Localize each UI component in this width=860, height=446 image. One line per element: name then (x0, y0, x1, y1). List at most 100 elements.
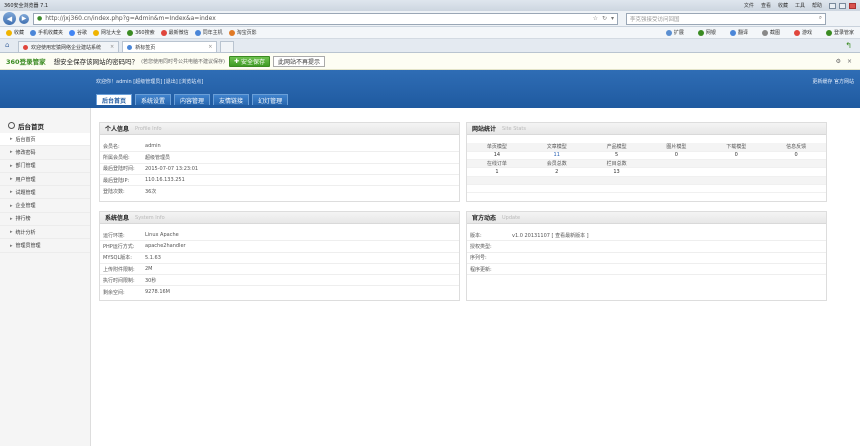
menu-favorites[interactable]: 收藏 (778, 2, 788, 9)
user-icon (825, 29, 832, 36)
minimize-button[interactable] (829, 2, 836, 9)
panel-title: 个人信息 (105, 126, 130, 133)
bank-button[interactable]: 网银 (697, 29, 716, 36)
password-save-bar: 360登录管家 想安全保存该网站的密码吗？ (若您使用同时号公共电脑不建议保存)… (0, 53, 860, 70)
dropdown-icon[interactable]: ▾ (611, 15, 614, 22)
fav-item[interactable]: 谷歌 (69, 29, 87, 36)
page-favicon-icon (127, 44, 133, 50)
safe-save-button[interactable]: ✚ 安全保存 (228, 55, 271, 67)
arrow-right-icon: ▸ (10, 242, 13, 249)
info-row: 执行时间限制: 30秒 (100, 275, 459, 287)
fav-item[interactable]: 网址大全 (93, 29, 121, 36)
refresh-icon[interactable]: ↻ (602, 15, 607, 22)
info-row: PHP运行方式: apache2handler (100, 241, 459, 253)
fav-item[interactable]: 最新微信 (160, 29, 189, 36)
url-text: http://jxj360.cn/index.php?g=Admin&m=Ind… (45, 15, 216, 22)
search-360-icon (127, 29, 134, 36)
puzzle-icon (665, 29, 672, 36)
nav-slides[interactable]: 幻灯管理 (252, 94, 289, 105)
fav-item[interactable]: 手机收藏夹 (30, 29, 63, 36)
browser-title: 360安全浏览器 7.1 (4, 3, 49, 9)
fav-item[interactable]: 淘宝页影 (228, 29, 257, 36)
login-manager-brand: 360登录管家 (6, 58, 46, 66)
scissors-icon (761, 29, 768, 36)
sidebar-item-users[interactable]: ▸ 用户管理 (0, 173, 90, 187)
gear-icon[interactable]: ⚙ (836, 58, 841, 65)
login-manager-button[interactable]: 登录管家 (825, 29, 854, 36)
notice-message: 想安全保存该网站的密码吗？ (53, 58, 139, 66)
nav-dashboard[interactable]: 后台首页 (96, 94, 133, 105)
browser-tab[interactable]: 欢迎使用宏猿网络企业建站系统 × (18, 41, 120, 52)
sidebar-item-password[interactable]: ▸ 修改密码 (0, 146, 90, 160)
info-row: 版本: v1.0 20131107 [ 查看最新版本 ] (467, 230, 826, 242)
browser-menu: 文件 查看 收藏 工具 帮助 (744, 2, 822, 9)
tab-close-icon[interactable]: × (110, 44, 114, 50)
fav-item[interactable]: 收藏 (6, 29, 24, 36)
new-tab-button[interactable] (220, 41, 235, 52)
search-icon[interactable]: ⌕ (819, 15, 822, 22)
menu-tools[interactable]: 工具 (795, 2, 805, 9)
site-stats-panel: 网站统计 Site Stats 单页模型 文章模型 产品模型 图片模型 下载模型 … (466, 122, 827, 202)
header-links[interactable]: 更新缓存 官方网站 (812, 78, 854, 85)
taobao-icon (228, 29, 235, 36)
arrow-right-icon: ▸ (10, 215, 13, 222)
notice-sub: (若您使用同时号公共电脑不建议保存) (141, 58, 225, 65)
site-favicon-icon (23, 44, 28, 50)
menu-view[interactable]: 查看 (761, 2, 771, 9)
menu-help[interactable]: 帮助 (812, 2, 822, 9)
extensions-button[interactable]: 扩展 (665, 29, 684, 36)
nav-links[interactable]: 友情链接 (213, 94, 250, 105)
screenshot-button[interactable]: 截图 (761, 29, 780, 36)
translate-button[interactable]: 翻译 (729, 29, 748, 36)
games-button[interactable]: 游戏 (793, 29, 812, 36)
version-link[interactable]: v1.0 20131107 [ 查看最新版本 ] (512, 232, 589, 239)
admin-header: 欢迎你！admin [超级管理员] [退出] [浏览站点] 更新缓存 官方网站 … (0, 70, 860, 108)
close-icon[interactable]: × (847, 58, 852, 65)
tab-close-icon[interactable]: × (208, 44, 212, 50)
search-input[interactable]: 李克强接受访问回国 ⌕ (626, 12, 826, 25)
nav-content[interactable]: 内容管理 (174, 94, 211, 105)
sidebar-item-departments[interactable]: ▸ 部门管理 (0, 160, 90, 173)
forward-arrow-icon: ▶ (21, 15, 27, 22)
translate-icon (729, 29, 736, 36)
nav-system-settings[interactable]: 系统设置 (135, 94, 172, 105)
home-icon[interactable]: ⌂ (5, 41, 15, 51)
info-row: 序列号: (467, 253, 826, 264)
never-prompt-button[interactable]: 此网站不再提示 (273, 55, 326, 67)
fav-item[interactable]: 360搜索 (127, 29, 155, 36)
sidebar-item-companies[interactable]: ▸ 企业管理 (0, 199, 90, 213)
info-row: 程序更新: (467, 264, 826, 276)
host-icon (194, 29, 201, 36)
fav-item[interactable]: 同年主机 (194, 29, 223, 36)
sidebar-item-ranking[interactable]: ▸ 排行榜 (0, 213, 90, 227)
browser-tab-active[interactable]: 新标签页 × (122, 41, 218, 52)
maximize-button[interactable] (839, 2, 846, 9)
info-row: 上传附件限制: 2M (100, 264, 459, 276)
sidebar-heading: 后台首页 (0, 118, 90, 133)
favorite-star-icon[interactable]: ☆ (593, 15, 598, 22)
sidebar-item-dashboard[interactable]: ▸ 后台首页 (0, 133, 90, 147)
back-green-arrow-icon[interactable]: ↰ (845, 41, 852, 50)
sidebar-item-statistics[interactable]: ▸ 统计分析 (0, 226, 90, 240)
gamepad-icon (793, 29, 800, 36)
panel-title: 系统信息 (105, 215, 130, 222)
clock-icon (8, 122, 15, 129)
updates-panel: 官方动态 Update 版本: v1.0 20131107 [ 查看最新版本 ] 授… (466, 211, 827, 301)
arrow-right-icon: ▸ (10, 202, 13, 209)
info-row: MYSQL版本: 5.1.63 (100, 253, 459, 264)
arrow-right-icon: ▸ (10, 136, 13, 143)
forward-button[interactable]: ▶ (19, 13, 29, 24)
weibo-icon (160, 29, 167, 36)
browser-titlebar: 360安全浏览器 7.1 文件 查看 收藏 工具 帮助 (0, 0, 860, 11)
sidebar-item-questions[interactable]: ▸ 试题管理 (0, 186, 90, 200)
welcome-info: 欢迎你！admin [超级管理员] [退出] [浏览站点] (96, 79, 204, 85)
menu-file[interactable]: 文件 (744, 2, 754, 9)
phone-icon (30, 29, 37, 36)
info-row: 登陆次数: 36次 (103, 189, 157, 196)
arrow-right-icon: ▸ (10, 229, 13, 236)
sidebar-item-admins[interactable]: ▸ 管理员管理 (0, 239, 90, 253)
back-button[interactable]: ◀ (3, 12, 16, 25)
url-field[interactable]: ● http://jxj360.cn/index.php?g=Admin&m=I… (33, 12, 618, 25)
close-window-button[interactable] (849, 2, 856, 9)
panel-title: 官方动态 (472, 215, 497, 222)
